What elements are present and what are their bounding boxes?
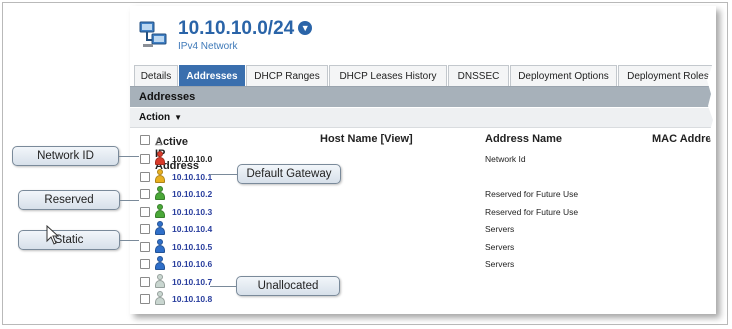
table-row[interactable]: 10.10.10.1 [130,168,716,185]
table-row[interactable]: 10.10.10.0 Network Id [130,150,716,167]
callout-network-id-connector [119,156,139,157]
tab-dhcp-ranges[interactable]: DHCP Ranges [246,65,328,86]
table-row[interactable]: 10.10.10.6 Servers [130,255,716,272]
address-status-static-icon [155,256,165,270]
ip-address-link[interactable]: 10.10.10.1 [172,172,212,182]
select-all-checkbox[interactable] [140,135,150,145]
mouse-cursor-icon [46,225,60,245]
sort-icon[interactable]: △ [155,136,162,147]
callout-reserved: Reserved [18,190,120,210]
callout-unallocated-connector [210,286,236,287]
row-checkbox[interactable] [140,259,150,269]
callout-network-id: Network ID [12,146,119,166]
torn-edge-bottom [130,305,716,314]
column-address-name[interactable]: Address Name [485,133,562,145]
tab-dhcp-leases-history[interactable]: DHCP Leases History [329,65,447,86]
table-row[interactable]: 10.10.10.4 Servers [130,220,716,237]
table-header: Active IP Address △ Host Name [View] Add… [130,130,716,172]
callout-static-connector [120,240,139,241]
address-status-network-id-icon [155,151,165,165]
network-menu-dropdown-icon[interactable]: ▼ [298,21,313,35]
ip-address-link[interactable]: 10.10.10.3 [172,207,212,217]
torn-edge-right [707,6,716,314]
row-checkbox[interactable] [140,241,150,252]
table-row[interactable]: 10.10.10.5 Servers [130,238,716,255]
ip-address-link[interactable]: 10.10.10.4 [172,224,212,234]
ip-address-link[interactable]: 10.10.10.2 [172,189,212,199]
ip-address-link[interactable]: 10.10.10.5 [172,242,212,252]
network-title-text: 10.10.10.0/24 [178,18,295,39]
address-name: Servers [485,224,515,234]
action-menu[interactable]: Action [139,112,170,123]
network-title: 10.10.10.0/24 ▼ [178,18,313,40]
chevron-down-icon[interactable]: ▼ [174,113,182,122]
row-checkbox[interactable] [140,276,150,287]
tab-bar: Details Addresses DHCP Ranges DHCP Lease… [130,62,716,87]
row-checkbox[interactable] [140,224,150,234]
table-row[interactable]: 10.10.10.3 Reserved for Future Use [130,203,716,220]
address-status-static-icon [155,221,165,235]
callout-default-gateway-connector [210,174,237,175]
row-checkbox[interactable] [140,189,150,199]
tab-deployment-roles[interactable]: Deployment Roles [618,65,716,86]
ip-address-link[interactable]: 10.10.10.7 [172,277,212,287]
tab-details[interactable]: Details [134,65,178,86]
callout-unallocated: Unallocated [236,276,340,296]
network-header: 10.10.10.0/24 ▼ IPv4 Network [130,6,716,62]
callout-reserved-connector [120,200,139,201]
address-status-gateway-icon [155,168,165,183]
addresses-section-title: Addresses [130,87,716,107]
address-status-static-icon [155,238,165,253]
tab-addresses[interactable]: Addresses [179,65,245,86]
action-bar: Action ▼ [130,108,716,128]
network-panel: 10.10.10.0/24 ▼ IPv4 Network Details Addr… [130,6,716,314]
ip-address-link[interactable]: 10.10.10.0 [172,154,212,164]
callout-default-gateway: Default Gateway [237,164,341,184]
row-checkbox[interactable] [140,206,150,217]
ip-address-link[interactable]: 10.10.10.6 [172,259,212,269]
network-icon [139,21,167,47]
network-type: IPv4 Network [178,41,238,52]
address-name: Servers [485,241,515,252]
address-name: Network Id [485,154,526,164]
address-name: Servers [485,259,515,269]
address-status-unallocated-icon [155,273,165,288]
column-host-name[interactable]: Host Name [View] [320,133,413,145]
address-name: Reserved for Future Use [485,206,579,217]
table-row[interactable]: 10.10.10.2 Reserved for Future Use [130,185,716,202]
address-status-reserved-icon [155,186,165,200]
address-name: Reserved for Future Use [485,189,579,199]
callout-static: Static [18,230,120,250]
row-checkbox[interactable] [140,171,150,182]
tab-dnssec[interactable]: DNSSEC [448,65,509,86]
row-checkbox[interactable] [140,154,150,164]
address-status-reserved-icon [155,203,165,218]
tab-deployment-options[interactable]: Deployment Options [510,65,617,86]
